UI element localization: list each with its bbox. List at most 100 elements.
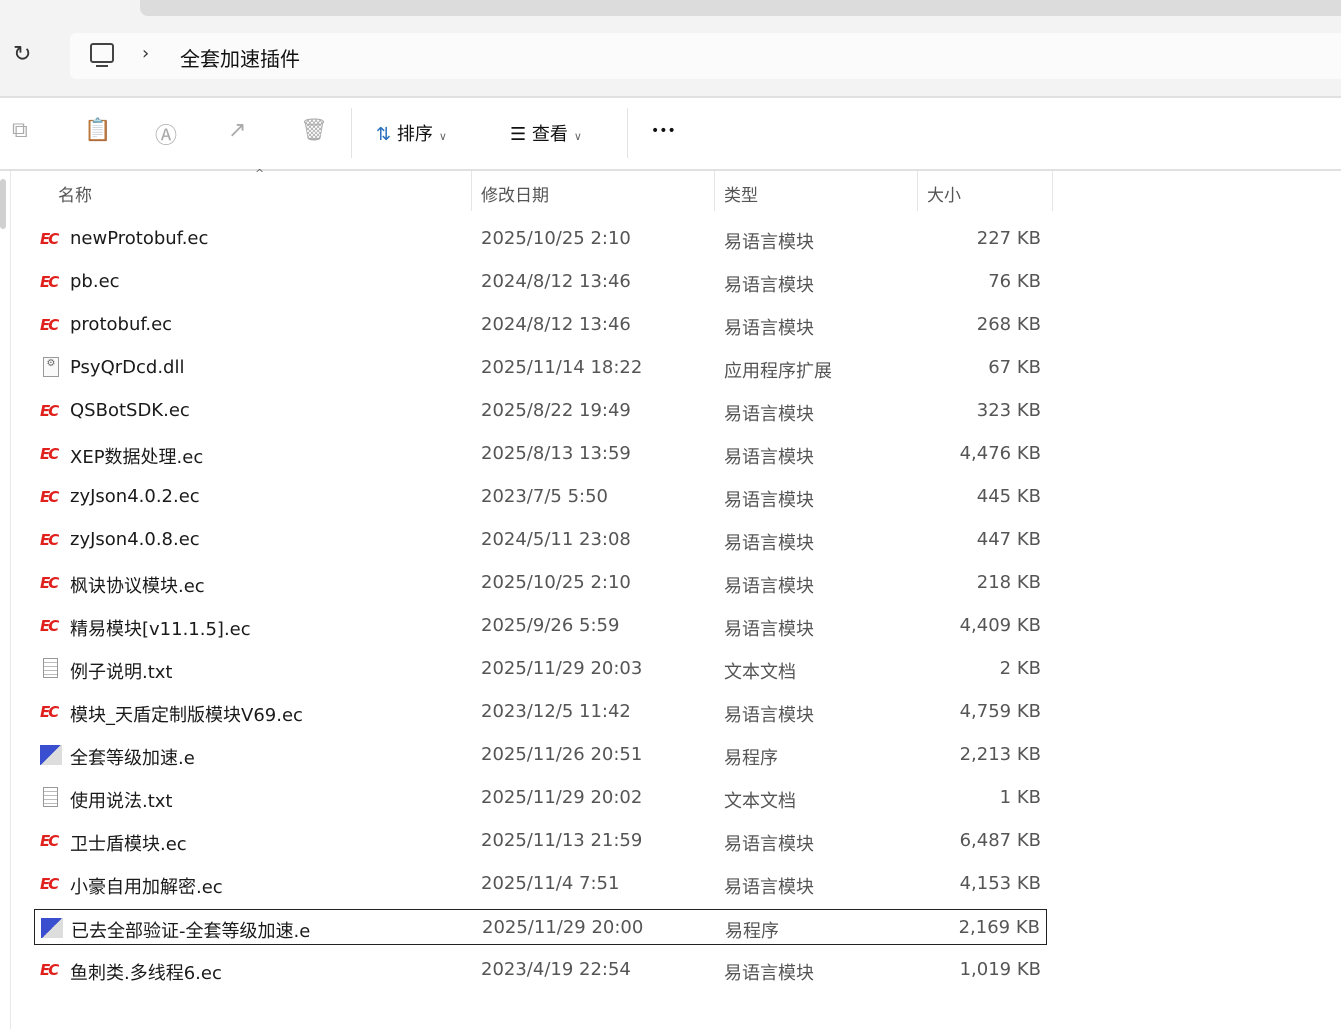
view-button[interactable]: ☰ 查看 ∨ — [510, 120, 582, 146]
file-size: 323 KB — [976, 400, 1041, 421]
breadcrumb-folder[interactable]: 全套加速插件 — [180, 43, 300, 72]
file-type: 易语言模块 — [724, 275, 814, 296]
computer-icon[interactable] — [90, 43, 114, 67]
sort-button[interactable]: ⇅ 排序 ∨ — [376, 120, 447, 146]
file-type: 易语言模块 — [724, 404, 814, 425]
copy-icon[interactable]: ⧉ — [12, 118, 28, 143]
file-row[interactable]: ⚙ PsyQrDcd.dll 2025/11/14 18:22 应用程序扩展 67 KB — [34, 350, 1047, 386]
sort-ascending-icon: ^ — [255, 167, 265, 180]
file-type: 易语言模块 — [724, 619, 814, 640]
file-date: 2025/9/26 5:59 — [481, 615, 620, 636]
file-date: 2025/8/13 13:59 — [481, 443, 631, 464]
file-date: 2025/11/29 20:03 — [481, 658, 643, 679]
file-name: 精易模块[v11.1.5].ec — [70, 619, 251, 640]
chevron-right-icon[interactable]: › — [142, 43, 149, 64]
file-row[interactable]: EC 枫诀协议模块.ec 2025/10/25 2:10 易语言模块 218 KB — [34, 565, 1047, 601]
file-row[interactable]: EC 模块_天盾定制版模块V69.ec 2023/12/5 11:42 易语言模块 4,… — [34, 694, 1047, 730]
column-type[interactable]: 类型 — [724, 181, 758, 206]
file-row[interactable]: EC pb.ec 2024/8/12 13:46 易语言模块 76 KB — [34, 264, 1047, 300]
file-name: zyJson4.0.8.ec — [70, 529, 200, 550]
paste-icon[interactable]: 📋 — [84, 118, 111, 143]
file-row[interactable]: EC newProtobuf.ec 2025/10/25 2:10 易语言模块 227 … — [34, 221, 1047, 257]
file-row[interactable]: EC zyJson4.0.2.ec 2023/7/5 5:50 易语言模块 445 KB — [34, 479, 1047, 515]
file-name: 全套等级加速.e — [70, 748, 195, 769]
rename-icon[interactable]: Ⓐ — [155, 118, 177, 150]
file-name: protobuf.ec — [70, 314, 173, 335]
e-program-icon — [40, 745, 62, 765]
file-type: 易语言模块 — [724, 447, 814, 468]
sort-icon: ⇅ — [376, 124, 392, 145]
column-divider[interactable] — [714, 171, 715, 211]
file-row[interactable]: EC 精易模块[v11.1.5].ec 2025/9/26 5:59 易语言模块 4,4… — [34, 608, 1047, 644]
more-button[interactable]: ••• — [651, 123, 676, 139]
file-row[interactable]: EC 小豪自用加解密.ec 2025/11/4 7:51 易语言模块 4,153 KB — [34, 866, 1047, 902]
file-type: 易程序 — [724, 748, 778, 769]
file-size: 6,487 KB — [959, 830, 1041, 851]
file-type: 易语言模块 — [724, 877, 814, 898]
divider — [627, 108, 628, 158]
ec-module-icon: EC — [40, 273, 59, 291]
column-name[interactable]: 名称 — [58, 181, 92, 206]
file-name: newProtobuf.ec — [70, 228, 209, 249]
chevron-down-icon: ∨ — [438, 130, 447, 143]
file-row[interactable]: EC zyJson4.0.8.ec 2024/5/11 23:08 易语言模块 447 … — [34, 522, 1047, 558]
file-type: 文本文档 — [724, 791, 796, 812]
file-date: 2025/11/13 21:59 — [481, 830, 643, 851]
file-date: 2025/11/29 20:00 — [482, 917, 644, 938]
file-row[interactable]: 例子说明.txt 2025/11/29 20:03 文本文档 2 KB — [34, 651, 1047, 687]
e-program-icon — [41, 918, 63, 938]
ec-module-icon: EC — [40, 316, 59, 334]
ec-module-icon: EC — [40, 445, 59, 463]
delete-icon[interactable]: 🗑 — [300, 118, 328, 143]
file-size: 2 KB — [999, 658, 1041, 679]
file-size: 445 KB — [976, 486, 1041, 507]
share-icon[interactable]: ↗ — [228, 118, 246, 143]
file-row[interactable]: EC XEP数据处理.ec 2025/8/13 13:59 易语言模块 4,476 KB — [34, 436, 1047, 472]
ec-module-icon: EC — [40, 703, 59, 721]
refresh-icon[interactable]: ↻ — [13, 42, 31, 67]
column-divider[interactable] — [471, 171, 472, 211]
file-size: 67 KB — [988, 357, 1041, 378]
file-date: 2023/12/5 11:42 — [481, 701, 631, 722]
column-divider[interactable] — [917, 171, 918, 211]
ec-module-icon: EC — [40, 230, 59, 248]
nav-pane-scrollbar[interactable] — [0, 171, 11, 1029]
file-row[interactable]: 已去全部验证-全套等级加速.e 2025/11/29 20:00 易程序 2,169 … — [34, 909, 1047, 945]
file-size: 218 KB — [976, 572, 1041, 593]
file-name: 模块_天盾定制版模块V69.ec — [70, 705, 303, 726]
file-row[interactable]: EC protobuf.ec 2024/8/12 13:46 易语言模块 268 KB — [34, 307, 1047, 343]
file-row[interactable]: 使用说法.txt 2025/11/29 20:02 文本文档 1 KB — [34, 780, 1047, 816]
file-date: 2024/8/12 13:46 — [481, 271, 631, 292]
file-row[interactable]: EC QSBotSDK.ec 2025/8/22 19:49 易语言模块 323 KB — [34, 393, 1047, 429]
file-name: 小豪自用加解密.ec — [70, 877, 223, 898]
ec-module-icon: EC — [40, 531, 59, 549]
text-file-icon — [43, 658, 58, 678]
file-name: 枫诀协议模块.ec — [70, 576, 205, 597]
file-row[interactable]: 全套等级加速.e 2025/11/26 20:51 易程序 2,213 KB — [34, 737, 1047, 773]
file-type: 易语言模块 — [724, 705, 814, 726]
view-label: 查看 — [531, 124, 568, 145]
file-row[interactable]: EC 卫士盾模块.ec 2025/11/13 21:59 易语言模块 6,487 KB — [34, 823, 1047, 859]
file-type: 应用程序扩展 — [724, 361, 832, 382]
title-bar: ↻ › 全套加速插件 — [0, 0, 1341, 98]
file-date: 2025/11/4 7:51 — [481, 873, 620, 894]
address-bar[interactable]: › 全套加速插件 — [70, 33, 1341, 79]
column-divider[interactable] — [1052, 171, 1053, 211]
chevron-down-icon: ∨ — [573, 130, 582, 143]
ec-module-icon: EC — [40, 402, 59, 420]
column-header: ^ 名称 修改日期 类型 大小 — [0, 167, 1341, 211]
column-size[interactable]: 大小 — [927, 181, 961, 206]
column-date[interactable]: 修改日期 — [481, 181, 549, 206]
file-type: 易语言模块 — [724, 533, 814, 554]
file-name: pb.ec — [70, 271, 120, 292]
file-name: zyJson4.0.2.ec — [70, 486, 200, 507]
file-type: 易程序 — [725, 921, 779, 942]
ec-module-icon: EC — [40, 488, 59, 506]
dll-file-icon: ⚙ — [43, 357, 59, 377]
text-file-icon — [43, 787, 58, 807]
file-name: PsyQrDcd.dll — [70, 357, 185, 378]
sort-label: 排序 — [396, 124, 433, 145]
file-row[interactable]: EC 鱼刺类.多线程6.ec 2023/4/19 22:54 易语言模块 1,019 K… — [34, 952, 1047, 988]
list-icon: ☰ — [510, 124, 527, 145]
file-size: 4,409 KB — [959, 615, 1041, 636]
